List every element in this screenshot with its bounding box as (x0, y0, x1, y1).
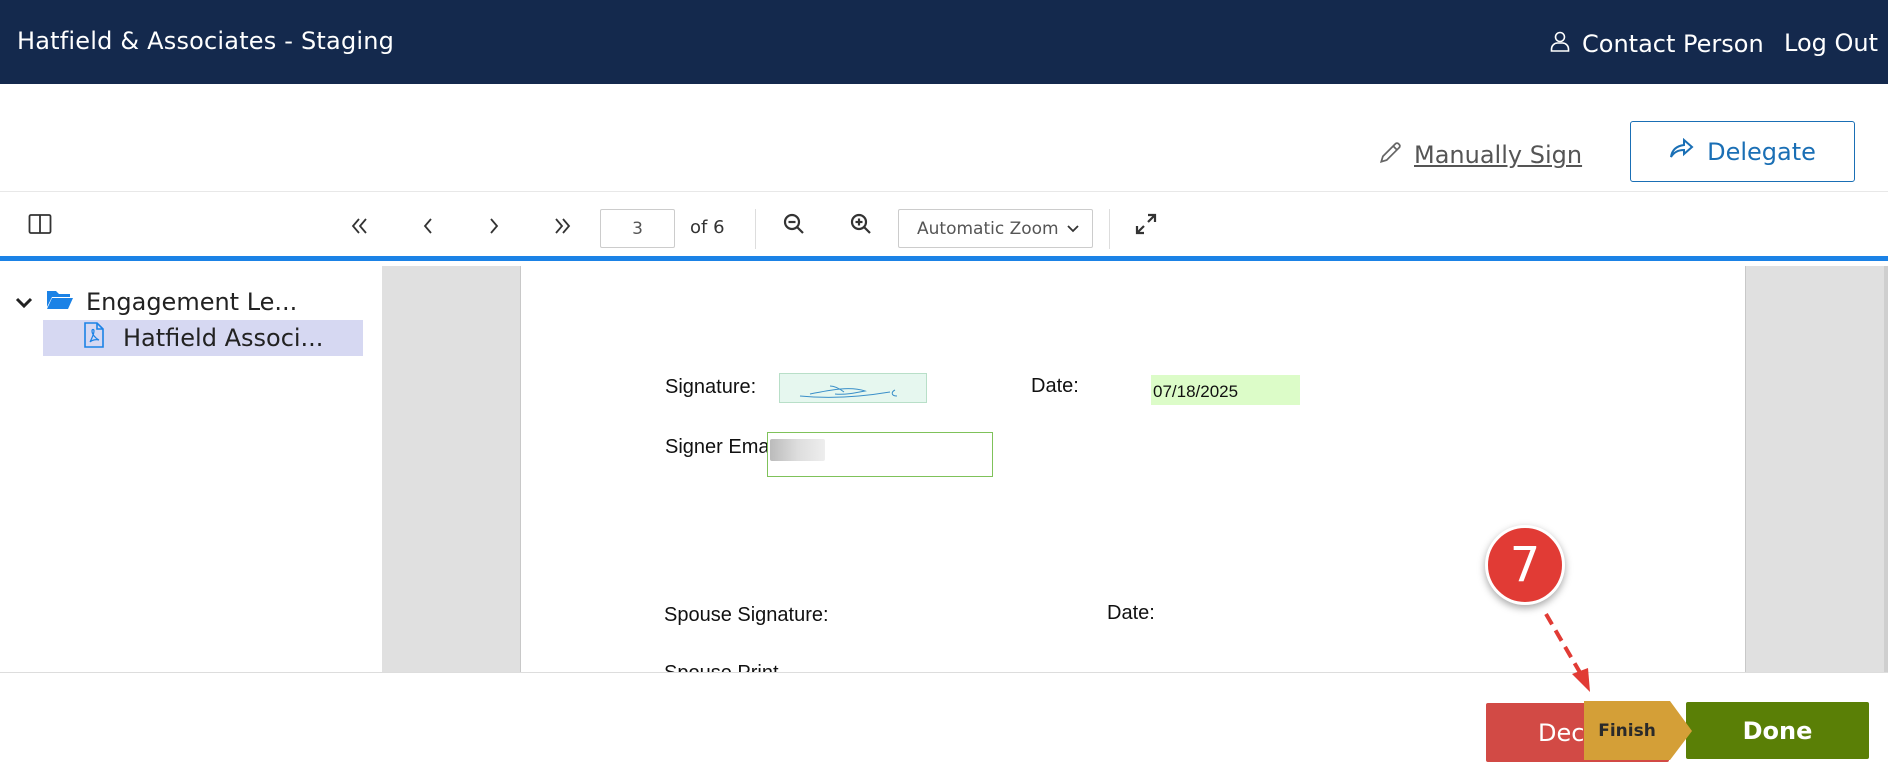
user-icon (1548, 29, 1572, 59)
dashed-arrow-icon (1544, 612, 1590, 692)
tree-file-label: Hatfield Associ... (123, 324, 324, 352)
app-title: Hatfield & Associates - Staging (17, 27, 395, 55)
redacted-email-value (770, 439, 825, 461)
double-chevron-right-icon (552, 213, 572, 241)
logout-link[interactable]: Log Out (1784, 29, 1878, 57)
pdf-viewer[interactable]: Signature: Date: 07/18/2025 Signer Email… (382, 266, 1888, 672)
date-field[interactable]: 07/18/2025 (1151, 375, 1300, 405)
previous-page-button[interactable] (410, 209, 446, 245)
expand-icon (1134, 212, 1158, 242)
spouse-signature-label: Spouse Signature: (664, 604, 829, 626)
spouse-date-label: Date: (1107, 602, 1155, 624)
signing-footer: Decl Done Finish (0, 672, 1888, 780)
tree-folder-engagement[interactable]: Engagement Le... (14, 288, 297, 316)
document-tree-sidebar: Engagement Le... Hatfield Associ... (0, 266, 382, 672)
zoom-out-button[interactable] (776, 209, 812, 245)
folder-open-icon (46, 288, 74, 316)
zoom-in-button[interactable] (843, 209, 879, 245)
zoom-level-select[interactable]: Automatic Zoom (898, 209, 1093, 248)
contact-person-link[interactable]: Contact Person (1548, 29, 1764, 59)
signer-email-field[interactable] (767, 432, 993, 477)
spouse-print-label: Spouse Print (664, 662, 779, 672)
pdf-file-icon (83, 322, 105, 354)
tree-file-hatfield[interactable]: Hatfield Associ... (43, 320, 363, 356)
delegate-label: Delegate (1707, 137, 1816, 166)
zoom-out-icon (782, 212, 806, 242)
zoom-in-icon (849, 212, 873, 242)
finish-callout: Finish (1584, 701, 1692, 760)
next-page-button[interactable] (476, 209, 512, 245)
signing-actions-bar: Manually Sign Delegate (0, 84, 1888, 192)
first-page-button[interactable] (342, 209, 378, 245)
date-field-label: Date: (1031, 375, 1079, 397)
tree-folder-label: Engagement Le... (86, 288, 298, 316)
contact-person-label: Contact Person (1582, 30, 1764, 58)
delegate-button[interactable]: Delegate (1630, 121, 1855, 182)
done-button[interactable]: Done (1686, 702, 1869, 759)
step-number-badge: 7 (1485, 525, 1565, 605)
signature-field-label: Signature: (665, 376, 757, 398)
chevron-down-icon (1066, 219, 1080, 239)
pencil-icon (1378, 139, 1404, 171)
chevron-right-icon (487, 213, 501, 241)
toolbar-divider (1109, 209, 1110, 249)
top-navigation-bar: Hatfield & Associates - Staging Contact … (0, 0, 1888, 84)
toolbar-divider (755, 209, 756, 249)
pdf-toolbar: of 6 Automatic Zoom (0, 192, 1888, 261)
page-number-input[interactable] (600, 209, 675, 248)
manually-sign-link[interactable]: Manually Sign (1378, 139, 1582, 171)
signature-field[interactable] (779, 373, 927, 403)
sidebar-toggle-icon (28, 213, 52, 241)
sidebar-toggle-button[interactable] (22, 209, 58, 245)
signature-scribble-icon (780, 385, 928, 408)
manually-sign-label: Manually Sign (1414, 141, 1583, 169)
share-arrow-icon (1669, 137, 1695, 166)
chevron-down-icon (14, 288, 34, 316)
zoom-level-value: Automatic Zoom (917, 218, 1059, 239)
viewer-scrollbar[interactable] (1884, 266, 1888, 672)
last-page-button[interactable] (544, 209, 580, 245)
fullscreen-button[interactable] (1128, 209, 1164, 245)
page-count-label: of 6 (690, 217, 725, 238)
chevron-left-icon (421, 213, 435, 241)
double-chevron-left-icon (350, 213, 370, 241)
finish-callout-label: Finish (1598, 720, 1656, 741)
